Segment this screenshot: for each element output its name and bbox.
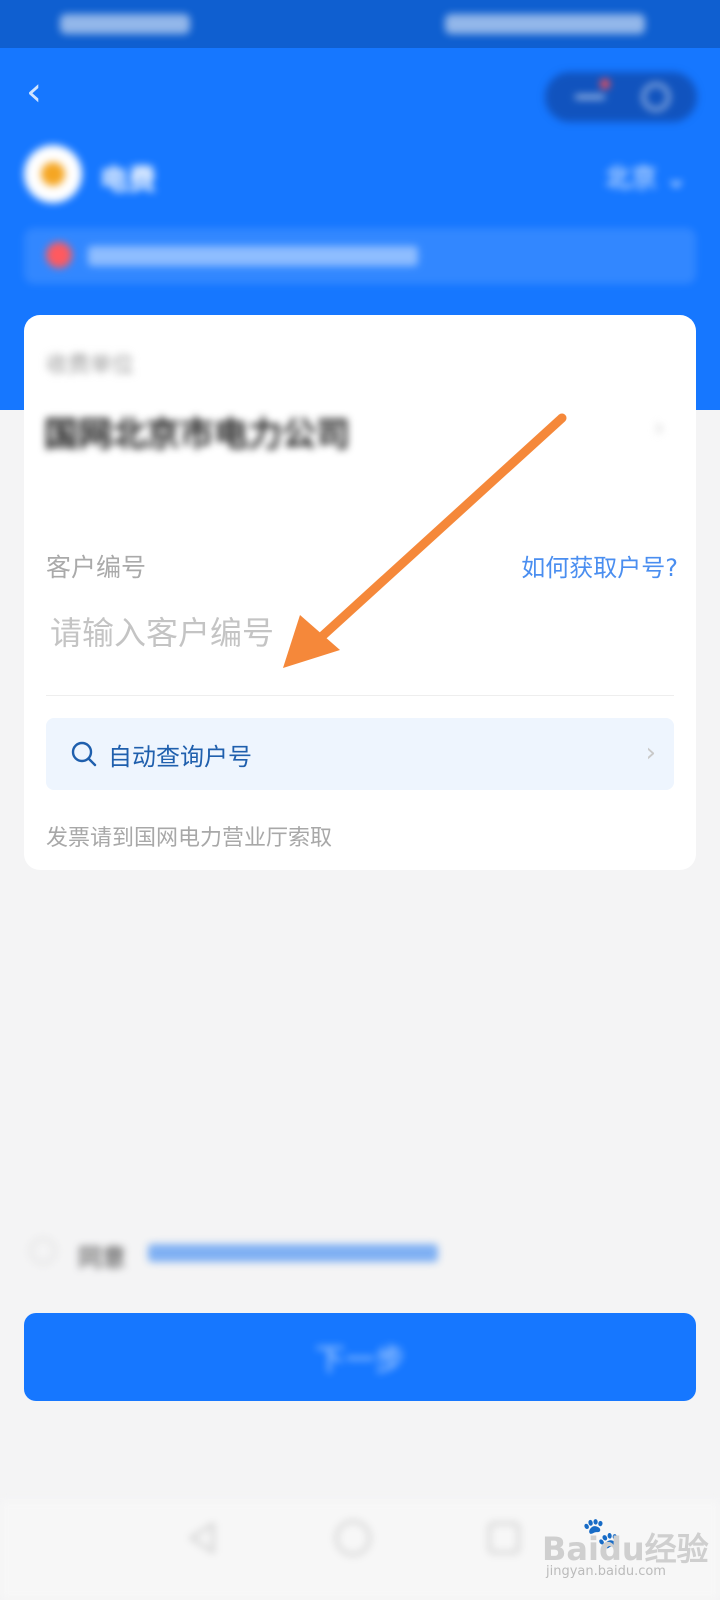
agreement-row[interactable]: 同意 bbox=[30, 1232, 690, 1272]
agreement-link[interactable] bbox=[148, 1244, 438, 1262]
nav-back-icon[interactable] bbox=[185, 1520, 221, 1556]
nav-home-icon[interactable] bbox=[335, 1520, 371, 1556]
invoice-note: 发票请到国网电力营业厅索取 bbox=[46, 826, 333, 851]
auto-query-button[interactable]: 自动查询户号 › bbox=[46, 718, 674, 790]
agreement-checkbox[interactable] bbox=[30, 1238, 56, 1264]
agreement-prefix: 同意 bbox=[78, 1244, 126, 1272]
next-button[interactable]: 下一步 bbox=[24, 1313, 696, 1401]
search-icon bbox=[71, 741, 97, 767]
next-button-label: 下一步 bbox=[315, 1343, 405, 1378]
watermark-url: jingyan.baidu.com bbox=[546, 1564, 666, 1579]
annotation-arrow-icon bbox=[283, 413, 567, 668]
nav-recent-icon[interactable] bbox=[488, 1522, 520, 1554]
chevron-right-icon: › bbox=[645, 738, 656, 768]
auto-query-label: 自动查询户号 bbox=[108, 742, 252, 771]
baidu-watermark: 🐾 Baidu经验 jingyan.baidu.com bbox=[540, 1508, 715, 1583]
